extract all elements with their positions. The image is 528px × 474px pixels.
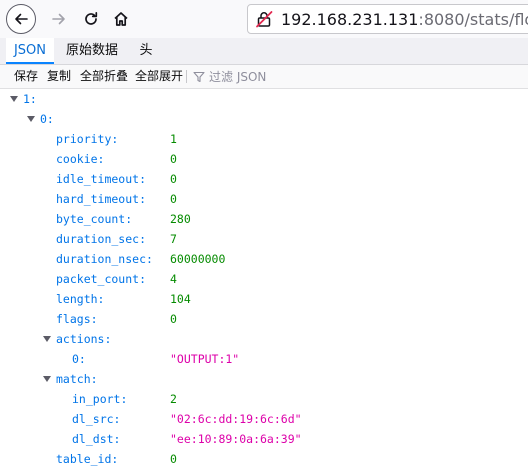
arrow-left-icon (15, 13, 28, 25)
tree-row-in-port: in_port: 2 (0, 389, 528, 409)
toolbar-divider (186, 70, 187, 83)
save-button[interactable]: 保存 (14, 65, 38, 88)
tree-row-dl-dst: dl_dst: "ee:10:89:0a:6a:39" (0, 429, 528, 449)
json-key: match: (56, 372, 98, 386)
reload-icon (85, 11, 98, 25)
json-key: priority: (56, 132, 119, 146)
json-value: 0 (170, 152, 177, 166)
json-key: actions: (56, 332, 112, 346)
url-text: 192.168.231.131:8080/stats/flow/1 (281, 10, 528, 29)
json-value: 280 (170, 212, 191, 226)
collapse-all-button[interactable]: 全部折叠 (80, 65, 128, 88)
json-key: cookie: (56, 152, 105, 166)
tree-row-root[interactable]: 1: (0, 89, 528, 109)
json-key: duration_nsec: (56, 252, 153, 266)
json-key: packet_count: (56, 272, 147, 286)
json-key: idle_timeout: (56, 172, 147, 186)
tree-row-idle-timeout: idle_timeout: 0 (0, 169, 528, 189)
json-value: "OUTPUT:1" (170, 352, 240, 366)
forward-button[interactable] (44, 4, 74, 34)
json-key: 1: (23, 92, 37, 106)
json-key: dl_src: (72, 412, 121, 426)
reload-button[interactable] (76, 4, 106, 34)
insecure-lock-icon (256, 11, 273, 28)
json-value: "ee:10:89:0a:6a:39" (170, 432, 302, 446)
copy-button[interactable]: 复制 (47, 65, 71, 88)
home-icon (114, 12, 128, 26)
tree-row-packet-count: packet_count: 4 (0, 269, 528, 289)
back-button[interactable] (6, 4, 36, 34)
tab-raw-data[interactable]: 原始数据 (62, 38, 122, 64)
url-path: :8080/stats/flow/1 (418, 9, 528, 29)
expand-twisty-icon[interactable] (27, 116, 35, 122)
viewer-tabs: JSON 原始数据 头 (0, 38, 528, 65)
json-value: 2 (170, 392, 177, 406)
expand-all-button[interactable]: 全部展开 (135, 65, 183, 88)
json-value: 0 (170, 192, 177, 206)
json-key: dl_dst: (72, 432, 121, 446)
tree-row-hard-timeout: hard_timeout: 0 (0, 189, 528, 209)
browser-toolbar: 192.168.231.131:8080/stats/flow/1 (0, 0, 528, 38)
tree-row-actions-0: 0: "OUTPUT:1" (0, 349, 528, 369)
filter-placeholder: 过滤 JSON (209, 70, 267, 84)
json-value: 0 (170, 452, 177, 466)
json-key: byte_count: (56, 212, 133, 226)
json-key: duration_sec: (56, 232, 147, 246)
json-toolbar: 保存 复制 全部折叠 全部展开 过滤 JSON (0, 65, 528, 89)
tab-headers[interactable]: 头 (132, 38, 160, 64)
tree-row-flags: flags: 0 (0, 309, 528, 329)
json-value: 7 (170, 232, 177, 246)
expand-twisty-icon[interactable] (10, 96, 18, 102)
tree-row-length: length: 104 (0, 289, 528, 309)
json-key: flags: (56, 312, 98, 326)
json-key: 0: (72, 352, 86, 366)
tree-row-duration-sec: duration_sec: 7 (0, 229, 528, 249)
json-value: 0 (170, 312, 177, 326)
arrow-right-icon (52, 13, 65, 25)
json-value: "02:6c:dd:19:6c:6d" (170, 412, 302, 426)
expand-twisty-icon[interactable] (43, 376, 51, 382)
filter-icon (193, 71, 205, 82)
json-key: in_port: (72, 392, 128, 406)
json-value: 60000000 (170, 252, 226, 266)
tree-row-cookie: cookie: 0 (0, 149, 528, 169)
json-key: 0: (40, 112, 54, 126)
tree-row-table-id: table_id: 0 (0, 449, 528, 469)
json-key: hard_timeout: (56, 192, 147, 206)
json-value: 0 (170, 172, 177, 186)
address-bar[interactable]: 192.168.231.131:8080/stats/flow/1 (247, 4, 528, 34)
filter-json-input[interactable]: 过滤 JSON (193, 65, 266, 88)
expand-twisty-icon[interactable] (43, 336, 51, 342)
url-host: 192.168.231.131 (281, 9, 419, 29)
json-value: 104 (170, 292, 191, 306)
tree-row-byte-count: byte_count: 280 (0, 209, 528, 229)
tree-row-duration-nsec: duration_nsec: 60000000 (0, 249, 528, 269)
json-value: 4 (170, 272, 177, 286)
tree-row-actions[interactable]: actions: (0, 329, 528, 349)
tree-row-match[interactable]: match: (0, 369, 528, 389)
tree-row-flow[interactable]: 0: (0, 109, 528, 129)
tree-row-priority: priority: 1 (0, 129, 528, 149)
home-button[interactable] (106, 4, 136, 34)
tree-row-dl-src: dl_src: "02:6c:dd:19:6c:6d" (0, 409, 528, 429)
json-key: length: (56, 292, 105, 306)
json-key: table_id: (56, 452, 119, 466)
tab-json[interactable]: JSON (6, 38, 54, 64)
json-value: 1 (170, 132, 177, 146)
